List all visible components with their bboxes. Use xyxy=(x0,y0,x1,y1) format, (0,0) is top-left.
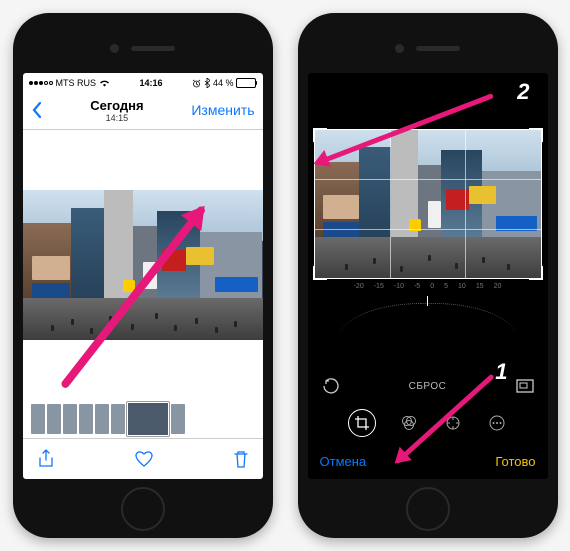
photo-times-square xyxy=(23,190,263,340)
cancel-button[interactable]: Отмена xyxy=(320,454,367,469)
trash-icon xyxy=(233,449,249,469)
rotate-dial[interactable]: -20 -15 -10 -5 0 5 10 15 20 xyxy=(308,279,548,333)
dial-tick: -10 xyxy=(394,283,404,290)
share-button[interactable] xyxy=(37,449,55,469)
thumbnail-strip[interactable] xyxy=(23,400,263,438)
reset-button[interactable]: СБРОС xyxy=(409,381,447,392)
phone-left: MTS RUS 14:16 44 % xyxy=(13,13,273,538)
carrier-label: MTS RUS xyxy=(56,78,97,88)
home-button[interactable] xyxy=(406,487,450,531)
alarm-icon xyxy=(192,79,201,88)
earpiece-speaker xyxy=(416,46,460,51)
done-button[interactable]: Готово xyxy=(495,454,535,469)
rotate-ccw-icon xyxy=(321,377,339,395)
screen-photos-viewer: MTS RUS 14:16 44 % xyxy=(23,73,263,479)
crop-rotate-icon xyxy=(354,415,370,431)
bezel-top xyxy=(23,23,263,73)
screen-crop-editor: -20 -15 -10 -5 0 5 10 15 20 СБРОС xyxy=(308,73,548,479)
thumbnail[interactable] xyxy=(47,404,61,434)
nav-subtitle: 14:15 xyxy=(43,113,192,123)
crop-tools-row: СБРОС xyxy=(308,369,548,403)
dial-tick: 0 xyxy=(430,283,434,290)
signal-strength-icon xyxy=(29,81,53,85)
like-button[interactable] xyxy=(134,450,154,468)
earpiece-speaker xyxy=(131,46,175,51)
aspect-ratio-icon xyxy=(516,379,534,393)
crop-handle-tr[interactable] xyxy=(529,128,543,142)
edit-button[interactable]: Изменить xyxy=(191,102,254,118)
thumbnail[interactable] xyxy=(79,404,93,434)
crop-handle-bl[interactable] xyxy=(313,266,327,280)
wifi-icon xyxy=(99,79,110,87)
front-camera xyxy=(110,44,119,53)
mode-more-button[interactable] xyxy=(486,412,508,434)
annotation-label-2: 2 xyxy=(517,79,529,105)
back-button[interactable] xyxy=(31,101,43,119)
dial-tick: 10 xyxy=(458,283,466,290)
dial-tick: 15 xyxy=(476,283,484,290)
dial-tick: -20 xyxy=(354,283,364,290)
phone-right: -20 -15 -10 -5 0 5 10 15 20 СБРОС xyxy=(298,13,558,538)
aspect-ratio-button[interactable] xyxy=(515,379,535,393)
dial-tick: 20 xyxy=(494,283,502,290)
chevron-left-icon xyxy=(31,101,43,119)
thumbnail[interactable] xyxy=(111,404,125,434)
mode-filters-button[interactable] xyxy=(398,412,420,434)
thumbnail[interactable] xyxy=(95,404,109,434)
photo-viewer[interactable] xyxy=(23,130,263,400)
home-button[interactable] xyxy=(121,487,165,531)
nav-bar: Сегодня 14:15 Изменить xyxy=(23,91,263,130)
front-camera xyxy=(395,44,404,53)
dial-center-marker xyxy=(427,296,428,306)
bluetooth-icon xyxy=(204,78,210,88)
rotate-90-button[interactable] xyxy=(320,377,340,395)
thumbnail[interactable] xyxy=(63,404,77,434)
thumbnail-active[interactable] xyxy=(127,402,169,436)
dial-tick: -5 xyxy=(414,283,420,290)
status-bar: MTS RUS 14:16 44 % xyxy=(23,73,263,91)
heart-icon xyxy=(134,450,154,468)
nav-title-text: Сегодня xyxy=(90,98,143,113)
bottom-toolbar xyxy=(23,438,263,479)
bezel-top xyxy=(308,23,548,73)
crop-handle-br[interactable] xyxy=(529,266,543,280)
crop-handle-tl[interactable] xyxy=(313,128,327,142)
battery-icon xyxy=(236,78,256,88)
status-time: 14:16 xyxy=(139,78,162,88)
dial-labels: -20 -15 -10 -5 0 5 10 15 20 xyxy=(354,283,502,290)
nav-title: Сегодня 14:15 xyxy=(43,98,192,123)
thumbnail[interactable] xyxy=(31,404,45,434)
editor-bottom-bar: Отмена Готово xyxy=(308,443,548,479)
mode-crop-button[interactable] xyxy=(348,409,376,437)
more-icon xyxy=(488,414,506,432)
trash-button[interactable] xyxy=(233,449,249,469)
thumbnail[interactable] xyxy=(171,404,185,434)
battery-pct-label: 44 % xyxy=(213,78,234,88)
dial-tick: -15 xyxy=(374,283,384,290)
share-icon xyxy=(37,449,55,469)
dial-tick: 5 xyxy=(444,283,448,290)
annotation-label-1: 1 xyxy=(495,359,507,385)
filters-icon xyxy=(400,414,418,432)
